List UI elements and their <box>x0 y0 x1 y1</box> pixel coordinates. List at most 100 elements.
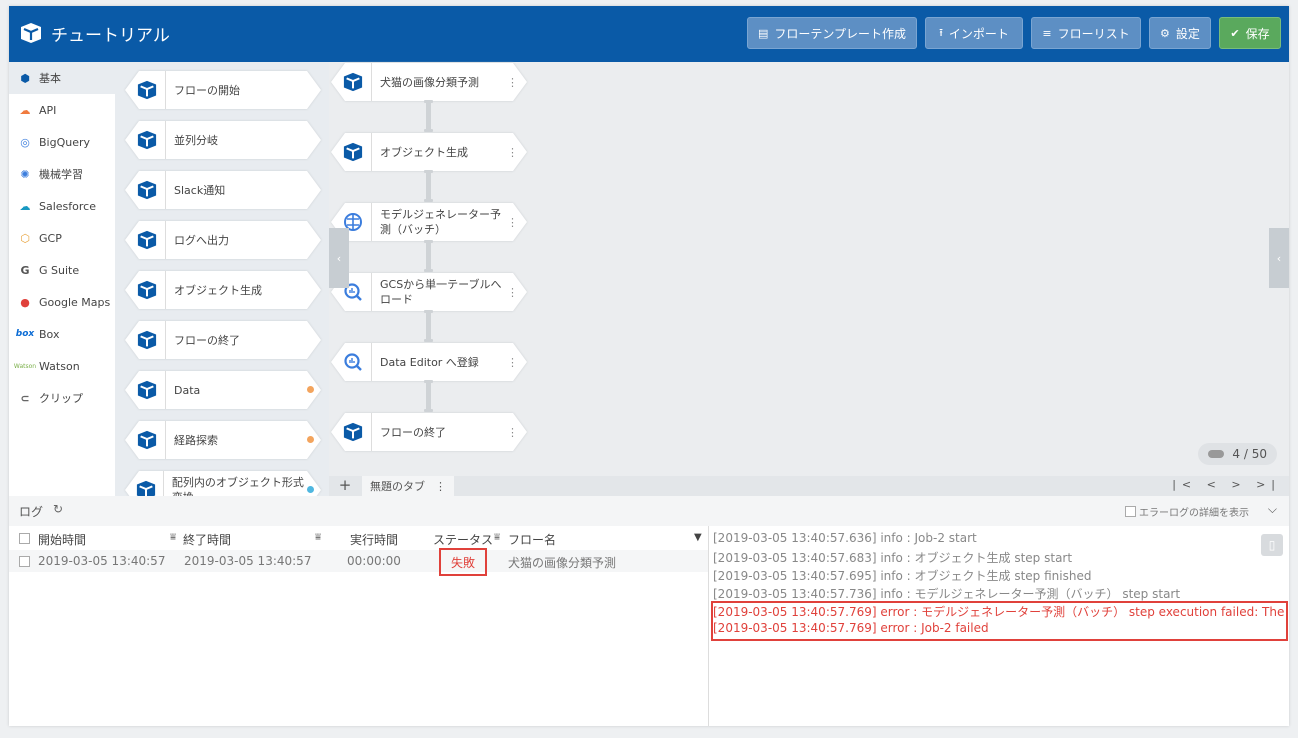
app-logo-icon <box>21 23 41 43</box>
settings-button[interactable]: ⚙ 設定 <box>1149 17 1211 49</box>
refresh-icon[interactable]: ↻ <box>53 502 63 516</box>
column-end[interactable]: 終了時間 <box>183 531 231 548</box>
collapse-palette-handle[interactable]: ‹ <box>329 228 349 288</box>
palette-node-flow-end[interactable]: フローの終了 <box>125 321 321 359</box>
cloud-api-icon: ☁ <box>19 103 31 117</box>
save-button[interactable]: ✔ 保存 <box>1219 17 1281 49</box>
category-box[interactable]: box Box <box>9 318 115 350</box>
palette-node-data[interactable]: Data <box>125 371 321 409</box>
table-row[interactable]: 2019-03-05 13:40:57 2019-03-05 13:40:57 … <box>9 548 708 576</box>
kebab-menu-icon[interactable]: ⋮ <box>507 146 518 159</box>
clipboard-icon[interactable]: ▯ <box>1261 534 1283 556</box>
palette-node-parallel-branch[interactable]: 並列分岐 <box>125 121 321 159</box>
category-label: Google Maps <box>39 295 111 309</box>
palette-node-log-output[interactable]: ログへ出力 <box>125 221 321 259</box>
category-api[interactable]: ☁ API <box>9 94 115 126</box>
component-palette: フローの開始 並列分岐 Slack通知 ログへ出力 オブジェクト生成 フローの終… <box>115 62 329 496</box>
cube-icon: ⬢ <box>20 71 30 85</box>
category-sidebar: ⬢ 基本 ☁ API ◎ BigQuery ✺ 機械学習 ☁ Salesforc… <box>9 62 115 496</box>
gear-icon: ⚙ <box>1160 26 1170 40</box>
palette-node-flow-start[interactable]: フローの開始 <box>125 71 321 109</box>
column-status[interactable]: ステータス <box>433 531 493 548</box>
flow-node[interactable]: オブジェクト生成 ⋮ <box>331 133 527 171</box>
flow-node[interactable]: モデルジェネレーター予測（バッチ） ⋮ <box>331 203 527 241</box>
category-bigquery[interactable]: ◎ BigQuery <box>9 126 115 158</box>
node-counter-value: 4 / 50 <box>1232 447 1267 461</box>
create-template-button[interactable]: ▤ フローテンプレート作成 <box>747 17 917 49</box>
cell-flow-name: 犬猫の画像分類予測 <box>508 556 617 570</box>
kebab-menu-icon[interactable]: ⋮ <box>507 76 518 89</box>
palette-node-label: 並列分岐 <box>174 134 218 147</box>
flow-node[interactable]: Data Editor へ登録 ⋮ <box>331 343 527 381</box>
error-highlight <box>711 601 1288 641</box>
category-basic[interactable]: ⬢ 基本 <box>9 62 115 94</box>
flow-node[interactable]: フローの終了 ⋮ <box>331 413 527 451</box>
box-logo-icon: box <box>15 329 35 339</box>
row-checkbox[interactable] <box>19 556 30 567</box>
status-text: 失敗 <box>450 555 475 570</box>
flow-canvas[interactable]: 犬猫の画像分類予測 ⋮ オブジェクト生成 ⋮ モデルジェネレーター予測（バッチ）… <box>329 62 1289 476</box>
column-duration[interactable]: 実行時間 <box>350 531 398 548</box>
palette-node-route-search[interactable]: 経路探索 <box>125 421 321 459</box>
checkbox-icon[interactable] <box>1125 506 1136 517</box>
expand-panel-handle[interactable]: ‹ <box>1269 228 1289 288</box>
node-counter: 4 / 50 <box>1198 443 1277 465</box>
category-gcp[interactable]: ⬡ GCP <box>9 222 115 254</box>
flow-node[interactable]: 犬猫の画像分類予測 ⋮ <box>331 63 527 101</box>
check-circle-icon: ✔ <box>1230 26 1240 40</box>
column-start[interactable]: 開始時間 <box>38 531 86 548</box>
kebab-menu-icon[interactable]: ⋮ <box>435 480 446 493</box>
log-line: [2019-03-05 13:40:57.683] info : オブジェクト生… <box>713 551 1073 565</box>
flow-node[interactable]: GCSから単一テーブルへロード ⋮ <box>331 273 527 311</box>
funnel-filter-icon[interactable]: ▼ <box>694 532 702 543</box>
log-table-header: 開始時間 ⩸ 終了時間 ⩸ 実行時間 ステータス ⩸ フロー名 ▼ <box>9 526 708 550</box>
tab-untitled[interactable]: 無題のタブ ⋮ <box>362 476 454 496</box>
error-detail-toggle[interactable]: エラーログの詳細を表示 <box>1125 504 1249 519</box>
cell-duration: 00:00:00 <box>347 554 401 568</box>
salesforce-cloud-icon: ☁ <box>19 199 31 213</box>
palette-node-slack[interactable]: Slack通知 <box>125 171 321 209</box>
palette-node-object-create[interactable]: オブジェクト生成 <box>125 271 321 309</box>
log-title: ログ <box>19 505 44 519</box>
category-label: Box <box>39 327 60 341</box>
palette-node-array-convert[interactable]: 配列内のオブジェクト形式変換 <box>125 471 321 496</box>
log-header: ログ ↻ エラーログの詳細を表示 ⌵ <box>9 496 1289 526</box>
palette-node-label: ログへ出力 <box>174 234 229 247</box>
bigquery-icon: ◎ <box>20 135 30 149</box>
status-dot-icon <box>306 435 315 444</box>
kebab-menu-icon[interactable]: ⋮ <box>507 426 518 439</box>
log-line: [2019-03-05 13:40:57.695] info : オブジェクト生… <box>713 569 1092 583</box>
kebab-menu-icon[interactable]: ⋮ <box>507 286 518 299</box>
filter-icon[interactable]: ⩸ <box>315 532 321 543</box>
tab-navigation[interactable]: |< < > >| <box>1172 478 1281 491</box>
category-machine-learning[interactable]: ✺ 機械学習 <box>9 158 115 190</box>
import-button[interactable]: ⭱ インポート <box>925 17 1023 49</box>
flow-node-label: 犬猫の画像分類予測 <box>380 75 479 89</box>
category-watson[interactable]: Watson Watson <box>9 350 115 382</box>
category-salesforce[interactable]: ☁ Salesforce <box>9 190 115 222</box>
list-icon: ≡ <box>1042 26 1052 40</box>
kebab-menu-icon[interactable]: ⋮ <box>507 216 518 229</box>
chevron-left-icon: ‹ <box>336 251 342 265</box>
cube-icon <box>135 480 157 496</box>
chevron-left-icon: ‹ <box>1276 251 1282 265</box>
category-clip[interactable]: ⊂ クリップ <box>9 382 115 414</box>
chevron-down-icon[interactable]: ⌵ <box>1268 502 1277 517</box>
select-all-checkbox[interactable] <box>19 533 30 544</box>
add-tab-button[interactable]: + <box>333 476 357 496</box>
flow-list-button[interactable]: ≡ フローリスト <box>1031 17 1141 49</box>
category-google-maps[interactable]: ● Google Maps <box>9 286 115 318</box>
filter-icon[interactable]: ⩸ <box>494 532 500 543</box>
filter-icon[interactable]: ⩸ <box>170 532 176 543</box>
tab-label: 無題のタブ <box>370 480 425 493</box>
cube-icon <box>135 280 159 300</box>
app-header: チュートリアル ▤ フローテンプレート作成 ⭱ インポート ≡ フローリスト ⚙… <box>9 6 1289 62</box>
cube-icon <box>341 142 365 162</box>
palette-node-label: オブジェクト生成 <box>174 284 262 297</box>
error-detail-label: エラーログの詳細を表示 <box>1139 508 1249 519</box>
category-g-suite[interactable]: G G Suite <box>9 254 115 286</box>
column-flow-name[interactable]: フロー名 <box>508 531 556 548</box>
palette-node-label: 経路探索 <box>174 434 218 447</box>
connector-line <box>424 240 433 272</box>
kebab-menu-icon[interactable]: ⋮ <box>507 356 518 369</box>
